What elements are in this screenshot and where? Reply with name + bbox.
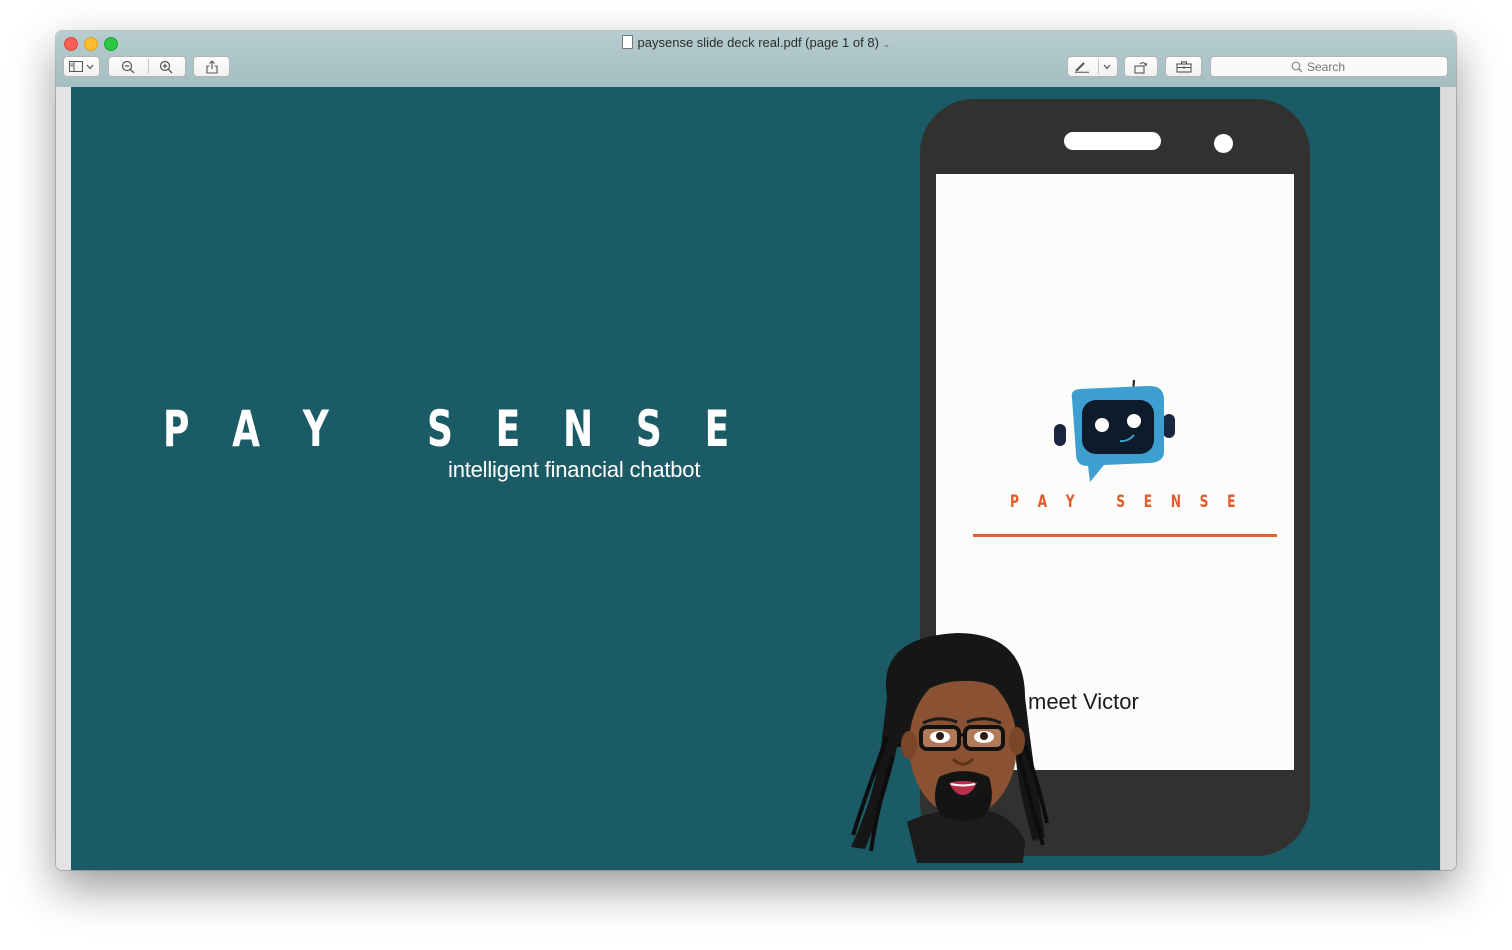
rotate-icon (1134, 61, 1148, 74)
share-icon (205, 59, 218, 74)
pdf-document-icon (621, 35, 633, 49)
zoom-out-button[interactable] (109, 60, 147, 74)
sidebar-icon (69, 61, 83, 72)
robot-logo-icon (1054, 379, 1175, 482)
titlebar: paysense slide deck real.pdf (page 1 of … (56, 31, 1456, 88)
victor-avatar (851, 633, 1049, 863)
segment-divider (1098, 59, 1099, 74)
zoom-in-button[interactable] (147, 60, 185, 74)
window-title-text: paysense slide deck real.pdf (page 1 of … (637, 35, 879, 50)
phone-brand-wordmark: P A Y S E N S E (1010, 492, 1243, 512)
sidebar-view-button[interactable] (63, 56, 100, 77)
toolbox-icon (1175, 60, 1192, 73)
search-field[interactable] (1210, 56, 1448, 77)
meet-victor-caption: meet Victor (1028, 689, 1139, 714)
zoom-control (108, 56, 186, 77)
zoom-in-icon (159, 60, 173, 73)
search-input[interactable] (1307, 59, 1367, 74)
chevron-down-icon (86, 64, 94, 69)
document-view[interactable]: P A Y S E N S E intelligent financial ch… (56, 87, 1456, 870)
search-icon (1291, 61, 1303, 72)
pdf-page-1: P A Y S E N S E intelligent financial ch… (71, 87, 1441, 870)
markup-button[interactable] (1067, 56, 1118, 77)
slide-tagline: intelligent financial chatbot (448, 457, 701, 482)
zoom-out-icon (121, 60, 135, 73)
share-button[interactable] (193, 56, 230, 77)
segment-divider (148, 59, 149, 74)
rotate-button[interactable] (1124, 56, 1158, 77)
phone-camera (1214, 134, 1233, 153)
markup-icon (1075, 61, 1089, 73)
brand-underline (973, 534, 1277, 537)
preview-window: paysense slide deck real.pdf (page 1 of … (56, 31, 1456, 870)
chevron-down-icon (1103, 64, 1111, 69)
window-title[interactable]: paysense slide deck real.pdf (page 1 of … (56, 35, 1456, 50)
phone-speaker (1064, 132, 1161, 150)
vertical-scrollbar[interactable] (1440, 87, 1456, 870)
chevron-down-icon: ⌄ (882, 39, 891, 49)
slide-brand-title: P A Y S E N S E (163, 400, 745, 458)
toolbox-button[interactable] (1165, 56, 1202, 77)
